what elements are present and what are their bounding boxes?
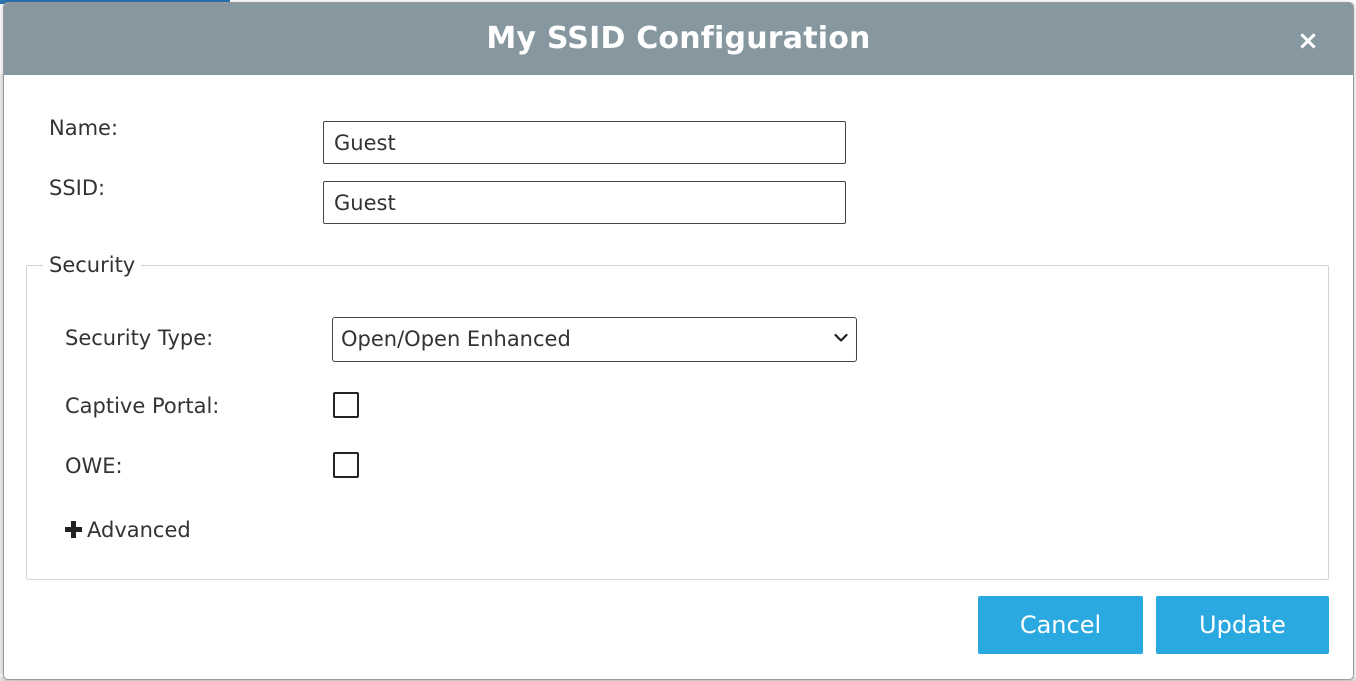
security-legend: Security [49, 253, 136, 277]
chevron-down-icon [834, 333, 848, 342]
cancel-button[interactable]: Cancel [978, 596, 1143, 654]
advanced-toggle[interactable]: Advanced [65, 516, 191, 544]
security-type-value: Open/Open Enhanced [341, 327, 571, 351]
plus-icon [65, 521, 82, 538]
dialog-title: My SSID Configuration [486, 21, 871, 56]
name-label: Name: [49, 116, 119, 140]
security-section: Security [26, 253, 1329, 580]
captive-portal-label: Captive Portal: [65, 394, 220, 418]
close-icon[interactable]: × [1297, 28, 1319, 54]
ssid-config-dialog: My SSID Configuration × Name: SSID: Secu… [3, 2, 1354, 680]
ssid-input[interactable] [323, 181, 846, 224]
ssid-label: SSID: [49, 176, 106, 200]
security-type-label: Security Type: [65, 326, 214, 350]
advanced-label: Advanced [87, 518, 191, 542]
update-button[interactable]: Update [1156, 596, 1329, 654]
owe-label: OWE: [65, 454, 123, 478]
owe-checkbox[interactable] [333, 452, 359, 478]
name-input[interactable] [323, 121, 846, 164]
captive-portal-checkbox[interactable] [333, 392, 359, 418]
security-type-select[interactable]: Open/Open Enhanced [332, 317, 857, 362]
